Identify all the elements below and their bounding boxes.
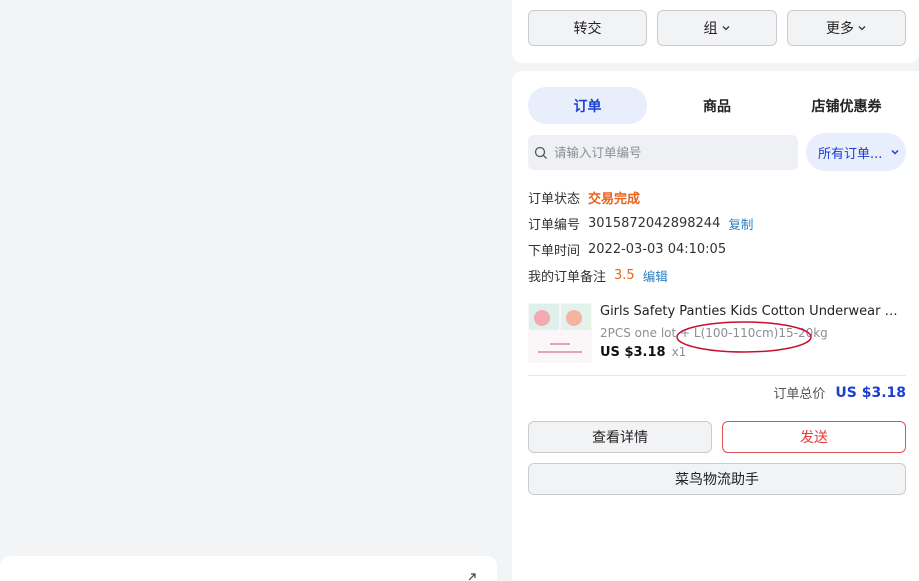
tab-store-coupons-label: 店铺优惠券	[811, 98, 882, 115]
order-status-value: 交易完成	[588, 192, 641, 207]
tab-store-coupons[interactable]: 店铺优惠券	[787, 87, 906, 124]
view-details-button[interactable]: 查看详情	[528, 421, 712, 453]
order-status-row: 订单状态 交易完成	[528, 188, 640, 207]
red-circle-annotation	[676, 321, 812, 353]
more-label: 更多	[826, 21, 854, 37]
order-note-value: 3.5	[614, 268, 635, 283]
send-button[interactable]: 发送	[722, 421, 906, 453]
logistics-assistant-label: 菜鸟物流助手	[675, 472, 759, 488]
view-details-label: 查看详情	[592, 430, 648, 446]
product-price: US $3.18	[600, 345, 666, 360]
order-number-input[interactable]	[554, 145, 784, 160]
order-total-label: 订单总价	[773, 387, 826, 402]
group-label: 组	[703, 21, 718, 37]
order-filter-label: 所有订单...	[818, 146, 883, 162]
conversation-card	[0, 556, 497, 581]
transfer-label: 转交	[573, 21, 602, 37]
group-button[interactable]: 组	[657, 10, 777, 46]
order-number-value: 3015872042898244	[588, 216, 721, 231]
tab-products-label: 商品	[703, 98, 731, 115]
order-note-label: 我的订单备注	[528, 270, 607, 285]
order-time-value: 2022-03-03 04:10:05	[588, 242, 727, 257]
logistics-assistant-button[interactable]: 菜鸟物流助手	[528, 463, 906, 495]
order-search[interactable]	[528, 135, 798, 170]
order-number-row: 订单编号 3015872042898244 复制	[528, 214, 753, 233]
order-number-label: 订单编号	[528, 218, 581, 233]
transfer-button[interactable]: 转交	[528, 10, 647, 46]
tab-orders-label: 订单	[573, 98, 602, 115]
search-icon	[534, 146, 547, 159]
order-note-row: 我的订单备注 3.5 编辑	[528, 266, 668, 285]
order-filter-dropdown[interactable]: 所有订单...	[806, 133, 906, 171]
chevron-down-icon	[722, 26, 729, 31]
edit-note-link[interactable]: 编辑	[643, 266, 668, 285]
chevron-down-icon	[891, 150, 899, 155]
chevron-down-icon	[858, 26, 866, 31]
copy-link[interactable]: 复制	[728, 214, 753, 233]
more-button[interactable]: 更多	[787, 10, 906, 46]
order-time-label: 下单时间	[528, 244, 581, 259]
expand-arrow-icon[interactable]	[466, 571, 478, 581]
order-total: 订单总价 US $3.18	[773, 383, 906, 403]
divider	[528, 375, 906, 376]
product-thumbnail[interactable]	[528, 303, 592, 363]
order-time-row: 下单时间 2022-03-03 04:10:05	[528, 240, 726, 259]
order-total-amount: US $3.18	[835, 384, 906, 401]
tab-orders[interactable]: 订单	[528, 87, 647, 124]
product-title[interactable]: Girls Safety Panties Kids Cotton Underwe…	[600, 304, 906, 319]
tab-products[interactable]: 商品	[657, 87, 777, 124]
send-label: 发送	[800, 430, 828, 446]
order-status-label: 订单状态	[528, 192, 581, 207]
